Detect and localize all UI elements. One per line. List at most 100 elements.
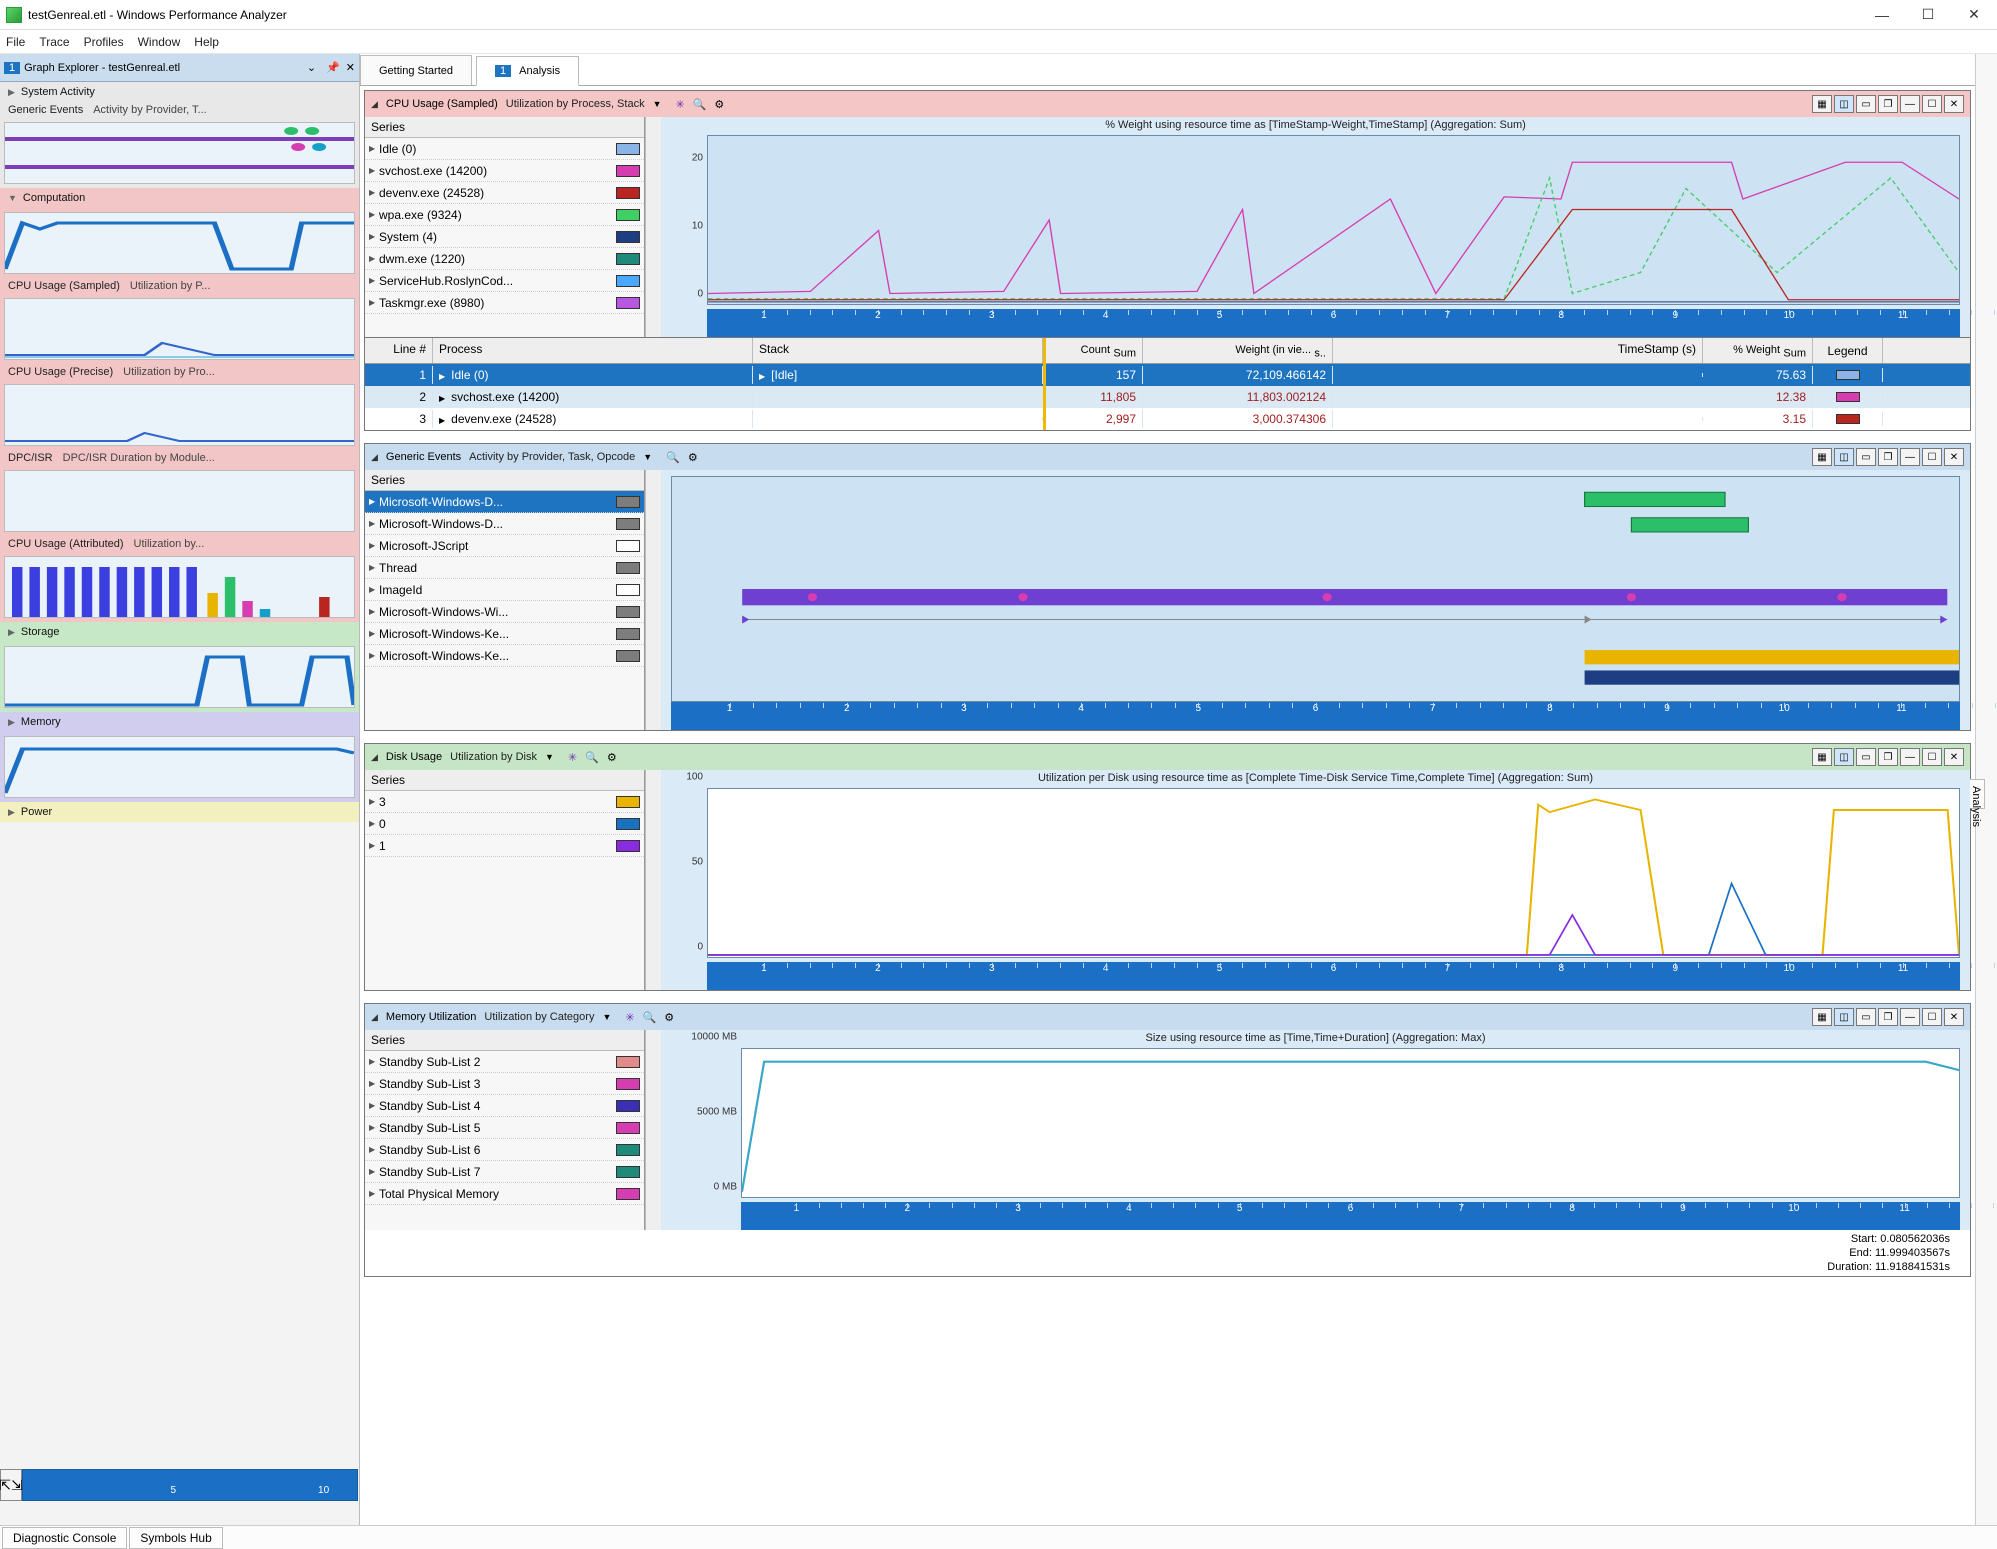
- section-computation[interactable]: ▼ Computation: [0, 188, 359, 208]
- tab-analysis[interactable]: 1Analysis: [476, 56, 579, 86]
- generic-chart[interactable]: 1234567891011: [661, 470, 1970, 730]
- time-ruler[interactable]: 5 10: [22, 1469, 358, 1501]
- legend-row[interactable]: ▶ Standby Sub-List 3: [365, 1073, 644, 1095]
- legend-row[interactable]: ▶ devenv.exe (24528): [365, 182, 644, 204]
- preset-dropdown-icon[interactable]: ▼: [602, 1012, 611, 1022]
- diagnostic-console-button[interactable]: Diagnostic Console: [2, 1527, 127, 1549]
- mini-row-generic-events[interactable]: Generic Events Activity by Provider, T..…: [0, 102, 359, 118]
- disk-chart[interactable]: Utilization per Disk using resource time…: [661, 770, 1970, 990]
- legend-row[interactable]: ▶ Microsoft-Windows-D...: [365, 513, 644, 535]
- legend-row[interactable]: ▶ ServiceHub.RoslynCod...: [365, 270, 644, 292]
- wand-icon[interactable]: [676, 98, 685, 111]
- close-panel-icon[interactable]: ✕: [1944, 95, 1964, 113]
- legend-scrollbar[interactable]: [645, 117, 661, 337]
- legend-row[interactable]: ▶ System (4): [365, 226, 644, 248]
- minimize-panel-icon[interactable]: —: [1900, 448, 1920, 466]
- search-icon[interactable]: [585, 751, 599, 764]
- legend-scrollbar[interactable]: [645, 1030, 661, 1230]
- minimize-panel-icon[interactable]: —: [1900, 748, 1920, 766]
- legend-scrollbar[interactable]: [645, 770, 661, 990]
- restore-icon[interactable]: ❐: [1878, 748, 1898, 766]
- menu-profiles[interactable]: Profiles: [84, 35, 124, 49]
- gear-icon[interactable]: [607, 751, 617, 764]
- view-chart-icon[interactable]: ▭: [1856, 1008, 1876, 1026]
- gear-icon[interactable]: [688, 451, 698, 464]
- restore-icon[interactable]: ❐: [1878, 95, 1898, 113]
- legend-row[interactable]: ▶ Standby Sub-List 5: [365, 1117, 644, 1139]
- restore-icon[interactable]: ❐: [1878, 448, 1898, 466]
- close-panel-icon[interactable]: ✕: [1944, 448, 1964, 466]
- legend-row[interactable]: ▶ svchost.exe (14200): [365, 160, 644, 182]
- section-memory[interactable]: ▶Memory: [0, 712, 359, 732]
- table-row[interactable]: 1 ▶Idle (0) ▶[Idle] 157 72,109.466142 75…: [365, 364, 1970, 386]
- maximize-panel-icon[interactable]: ☐: [1922, 748, 1942, 766]
- view-table-icon[interactable]: ▦: [1812, 1008, 1832, 1026]
- section-power[interactable]: ▶Power: [0, 802, 359, 822]
- search-icon[interactable]: [666, 451, 680, 464]
- maximize-button[interactable]: ☐: [1905, 0, 1951, 30]
- legend-row[interactable]: ▶ Standby Sub-List 2: [365, 1051, 644, 1073]
- collapse-icon[interactable]: ◢: [371, 452, 378, 463]
- collapse-icon[interactable]: ◢: [371, 752, 378, 763]
- mini-chart-cpu-attributed[interactable]: [4, 556, 355, 618]
- view-table-icon[interactable]: ▦: [1812, 448, 1832, 466]
- legend-row[interactable]: ▶ Standby Sub-List 7: [365, 1161, 644, 1183]
- wand-icon[interactable]: [568, 751, 577, 764]
- close-button[interactable]: ✕: [1951, 0, 1997, 30]
- legend-row[interactable]: ▶ dwm.exe (1220): [365, 248, 644, 270]
- close-panel-icon[interactable]: ✕: [1944, 748, 1964, 766]
- view-split-icon[interactable]: ◫: [1834, 448, 1854, 466]
- search-icon[interactable]: [693, 98, 707, 111]
- mini-row-cpu-sampled[interactable]: CPU Usage (Sampled)Utilization by P...: [0, 278, 359, 294]
- mini-chart-storage[interactable]: [4, 646, 355, 708]
- legend-row[interactable]: ▶ Microsoft-JScript: [365, 535, 644, 557]
- symbols-hub-button[interactable]: Symbols Hub: [129, 1527, 222, 1549]
- menu-help[interactable]: Help: [194, 35, 219, 49]
- mini-chart-dpc[interactable]: [4, 470, 355, 532]
- legend-row[interactable]: ▶ ImageId: [365, 579, 644, 601]
- explorer-close-icon[interactable]: ✕: [346, 61, 355, 74]
- pin-icon[interactable]: 📌: [326, 61, 340, 74]
- legend-row[interactable]: ▶ Microsoft-Windows-Wi...: [365, 601, 644, 623]
- preset-dropdown-icon[interactable]: ▼: [545, 752, 554, 762]
- zoom-selector-icon[interactable]: ⇱⇲: [0, 1469, 22, 1501]
- search-icon[interactable]: [643, 1011, 657, 1024]
- split-handle[interactable]: [1043, 338, 1046, 430]
- mini-row-dpc[interactable]: DPC/ISRDPC/ISR Duration by Module...: [0, 450, 359, 466]
- preset-dropdown-icon[interactable]: ▼: [653, 99, 662, 109]
- view-chart-icon[interactable]: ▭: [1856, 95, 1876, 113]
- legend-row[interactable]: ▶ Standby Sub-List 4: [365, 1095, 644, 1117]
- mini-row-cpu-precise[interactable]: CPU Usage (Precise)Utilization by Pro...: [0, 364, 359, 380]
- menu-trace[interactable]: Trace: [39, 35, 69, 49]
- menu-file[interactable]: File: [6, 35, 25, 49]
- mini-chart-memory[interactable]: [4, 736, 355, 798]
- legend-row[interactable]: ▶ Microsoft-Windows-D...: [365, 491, 644, 513]
- minimize-panel-icon[interactable]: —: [1900, 1008, 1920, 1026]
- legend-row[interactable]: ▶ wpa.exe (9324): [365, 204, 644, 226]
- section-storage[interactable]: ▶Storage: [0, 622, 359, 642]
- view-table-icon[interactable]: ▦: [1812, 748, 1832, 766]
- mini-chart-generic-events[interactable]: [4, 122, 355, 184]
- legend-row[interactable]: ▶ Standby Sub-List 6: [365, 1139, 644, 1161]
- section-system-activity[interactable]: ▶ System Activity: [0, 82, 359, 102]
- view-split-icon[interactable]: ◫: [1834, 1008, 1854, 1026]
- view-table-icon[interactable]: ▦: [1812, 95, 1832, 113]
- legend-row[interactable]: ▶ 3: [365, 791, 644, 813]
- legend-row[interactable]: ▶ Taskmgr.exe (8980): [365, 292, 644, 314]
- collapse-icon[interactable]: ◢: [371, 1012, 378, 1023]
- minimize-panel-icon[interactable]: —: [1900, 95, 1920, 113]
- view-chart-icon[interactable]: ▭: [1856, 748, 1876, 766]
- wand-icon[interactable]: [625, 1011, 634, 1024]
- close-panel-icon[interactable]: ✕: [1944, 1008, 1964, 1026]
- legend-row[interactable]: ▶ 0: [365, 813, 644, 835]
- tab-getting-started[interactable]: Getting Started: [360, 55, 472, 85]
- minimize-button[interactable]: —: [1859, 0, 1905, 30]
- mini-row-cpu-attributed[interactable]: CPU Usage (Attributed)Utilization by...: [0, 536, 359, 552]
- legend-row[interactable]: ▶ Thread: [365, 557, 644, 579]
- maximize-panel-icon[interactable]: ☐: [1922, 1008, 1942, 1026]
- preset-dropdown-icon[interactable]: ▼: [643, 452, 652, 462]
- explorer-dropdown-icon[interactable]: ⌄: [307, 61, 316, 74]
- maximize-panel-icon[interactable]: ☐: [1922, 95, 1942, 113]
- legend-scrollbar[interactable]: [645, 470, 661, 730]
- view-chart-icon[interactable]: ▭: [1856, 448, 1876, 466]
